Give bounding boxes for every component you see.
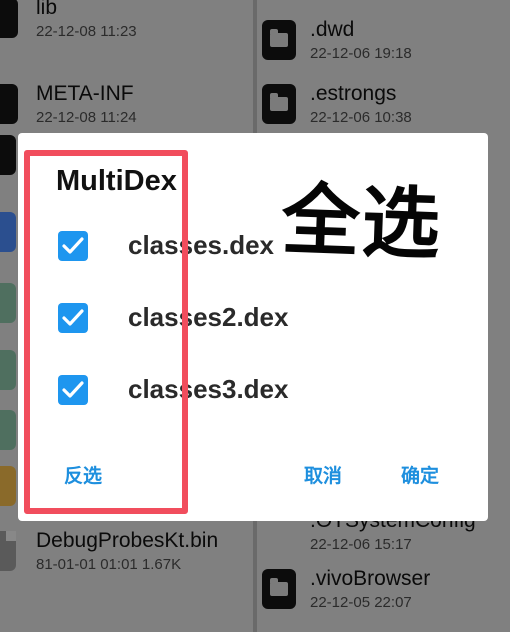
- file-item-meta-inf[interactable]: META-INF 22-12-08 11:24: [0, 78, 250, 138]
- binary-file-icon: [0, 283, 16, 323]
- file-meta: 81-01-01 01:01 1.67K: [36, 556, 182, 573]
- binary-file-icon: [0, 410, 16, 450]
- file-meta: 22-12-05 22:07: [310, 594, 412, 611]
- folder-icon: [0, 84, 18, 124]
- file-item-estrongs[interactable]: .estrongs 22-12-06 10:38: [262, 78, 510, 138]
- folder-icon: [262, 20, 296, 60]
- layers-file-icon: [0, 466, 16, 506]
- folder-icon: [0, 0, 18, 38]
- file-name: META-INF: [36, 82, 134, 105]
- folder-icon: [0, 135, 16, 175]
- cancel-button[interactable]: 取消: [304, 461, 342, 488]
- file-name: .dwd: [310, 18, 355, 41]
- file-item-debugprobes[interactable]: DebugProbesKt.bin 81-01-01 01:01 1.67K: [0, 525, 250, 585]
- file-name: .estrongs: [310, 82, 397, 105]
- file-meta: 22-12-08 11:23: [36, 23, 137, 40]
- code-file-icon: [0, 212, 16, 252]
- file-meta: 22-12-06 15:17: [310, 536, 412, 553]
- annotation-select-all-text: 全选: [280, 175, 444, 271]
- folder-icon: [262, 569, 296, 609]
- document-icon: [0, 531, 16, 571]
- file-item-vivobrowser[interactable]: .vivoBrowser 22-12-05 22:07: [262, 563, 510, 623]
- file-item-lib[interactable]: lib 22-12-08 11:23: [0, 0, 250, 52]
- file-name: lib: [36, 0, 58, 19]
- file-item-dwd[interactable]: .dwd 22-12-06 19:18: [262, 14, 510, 74]
- annotation-highlight-box: [24, 150, 188, 514]
- file-meta: 22-12-08 11:24: [36, 109, 137, 126]
- file-name: .vivoBrowser: [310, 567, 431, 590]
- file-meta: 22-12-06 10:38: [310, 109, 412, 126]
- file-name: DebugProbesKt.bin: [36, 529, 219, 552]
- confirm-button[interactable]: 确定: [401, 461, 439, 488]
- folder-icon: [262, 84, 296, 124]
- file-meta: 22-12-06 19:18: [310, 45, 412, 62]
- binary-file-icon: [0, 350, 16, 390]
